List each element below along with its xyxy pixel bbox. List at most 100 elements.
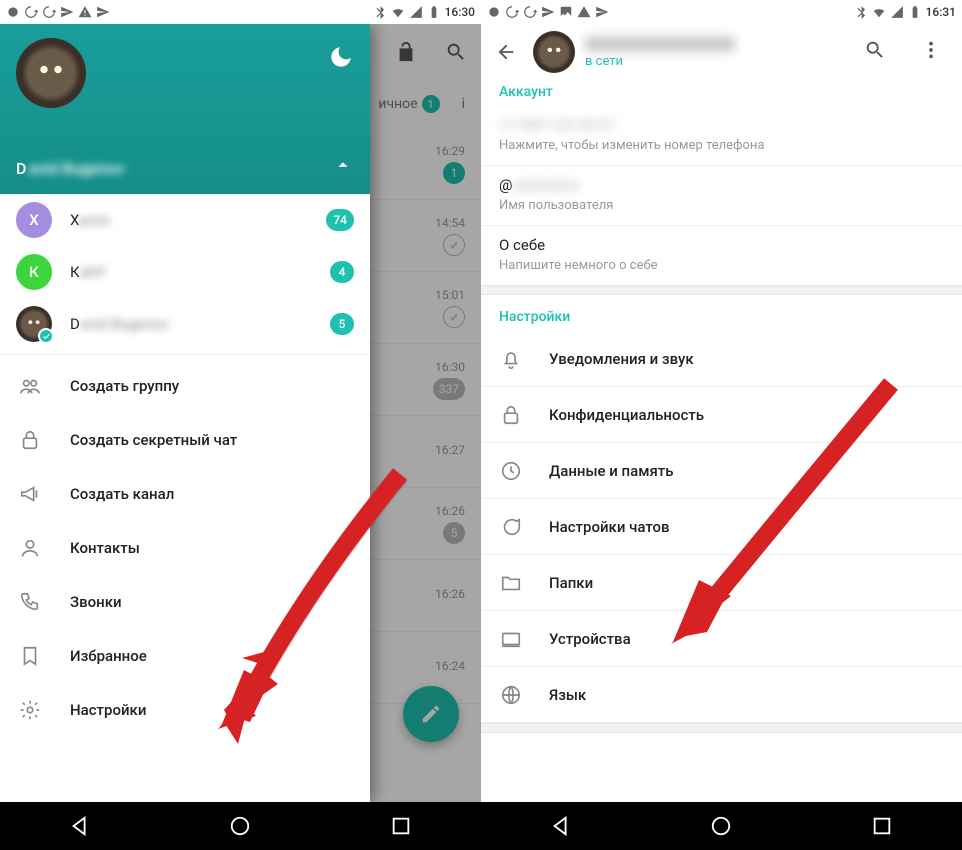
send-icon xyxy=(595,5,609,19)
person-icon xyxy=(18,536,42,560)
phone-icon xyxy=(18,590,42,614)
drawer-username: David Bugenov xyxy=(16,159,124,178)
statusbar: 16:30 xyxy=(0,0,481,24)
circle-icon xyxy=(487,5,501,19)
pref-chat[interactable]: Настройки чатов xyxy=(481,499,962,555)
menu-item-label: Избранное xyxy=(70,647,147,665)
signal-icon xyxy=(409,5,423,19)
menu-item-lock[interactable]: Создать секретный чат xyxy=(0,413,370,467)
avatar-initial: К xyxy=(16,254,52,290)
menu-item-label: Создать группу xyxy=(70,377,179,395)
moon-icon xyxy=(328,44,354,70)
setting-bio[interactable]: О себе Напишите немного о себе xyxy=(481,226,962,285)
section-header-account: Аккаунт xyxy=(481,80,962,106)
pref-globe[interactable]: Язык xyxy=(481,667,962,723)
account-name: Кahif xyxy=(70,263,312,281)
account-row[interactable]: X Xpora 74 xyxy=(0,194,370,246)
image-icon xyxy=(559,5,573,19)
account-name: David Bugenov xyxy=(70,315,312,333)
battery-icon xyxy=(427,5,441,19)
sync-icon xyxy=(24,5,38,19)
send-icon xyxy=(96,5,110,19)
menu-item-person[interactable]: Контакты xyxy=(0,521,370,575)
pref-label: Уведомления и звук xyxy=(549,350,694,368)
pref-clock[interactable]: Данные и память xyxy=(481,443,962,499)
menu-item-phone[interactable]: Звонки xyxy=(0,575,370,629)
account-row[interactable]: К Кahif 4 xyxy=(0,246,370,298)
account-name: Xpora xyxy=(70,211,308,229)
circle-icon xyxy=(6,5,20,19)
pref-label: Язык xyxy=(549,686,586,704)
profile-name xyxy=(585,36,735,52)
pref-label: Устройства xyxy=(549,630,631,648)
phone-right: 16:31 в сети Аккаунт +7 999 123 45 67 На… xyxy=(481,0,962,850)
menu-item-gear[interactable]: Настройки xyxy=(0,683,370,737)
megaphone-icon xyxy=(18,482,42,506)
menu-item-group[interactable]: Создать группу xyxy=(0,359,370,413)
warning-icon xyxy=(577,5,591,19)
pref-bell[interactable]: Уведомления и звук xyxy=(481,331,962,387)
warning-icon xyxy=(78,5,92,19)
check-icon xyxy=(38,328,54,344)
avatar[interactable] xyxy=(533,31,575,73)
bookmark-icon xyxy=(18,644,42,668)
divider xyxy=(0,354,370,355)
account-dropdown-toggle[interactable] xyxy=(332,154,354,180)
recent-icon[interactable] xyxy=(871,815,893,837)
unread-badge: 5 xyxy=(330,313,354,335)
pref-label: Папки xyxy=(549,574,593,592)
devices-icon xyxy=(499,628,523,650)
pref-folder[interactable]: Папки xyxy=(481,555,962,611)
night-mode-toggle[interactable] xyxy=(328,44,354,74)
avatar-initial: X xyxy=(16,202,52,238)
chat-icon xyxy=(499,516,523,538)
back-icon[interactable] xyxy=(495,41,517,63)
section-separator xyxy=(481,285,962,295)
back-icon[interactable] xyxy=(550,815,572,837)
sync-icon xyxy=(523,5,537,19)
setting-username[interactable]: @username Имя пользователя xyxy=(481,166,962,226)
sync-icon xyxy=(42,5,56,19)
pref-lock[interactable]: Конфиденциальность xyxy=(481,387,962,443)
unread-badge: 4 xyxy=(330,261,354,283)
avatar[interactable] xyxy=(16,38,86,108)
home-icon[interactable] xyxy=(229,815,251,837)
android-navbar xyxy=(0,802,481,850)
folder-icon xyxy=(499,572,523,594)
bell-icon xyxy=(499,348,523,370)
signal-icon xyxy=(890,5,904,19)
home-icon[interactable] xyxy=(710,815,732,837)
menu-item-label: Звонки xyxy=(70,593,122,611)
android-navbar xyxy=(481,802,962,850)
unread-badge: 74 xyxy=(326,209,354,231)
search-icon xyxy=(864,39,886,61)
section-header-settings: Настройки xyxy=(481,295,962,331)
menu-item-bookmark[interactable]: Избранное xyxy=(0,629,370,683)
wifi-icon xyxy=(872,5,886,19)
menu-item-megaphone[interactable]: Создать канал xyxy=(0,467,370,521)
menu-item-label: Создать канал xyxy=(70,485,174,503)
account-row[interactable]: David Bugenov 5 xyxy=(0,298,370,350)
pref-label: Конфиденциальность xyxy=(549,406,704,424)
setting-phone[interactable]: +7 999 123 45 67 Нажмите, чтобы изменить… xyxy=(481,106,962,166)
pref-devices[interactable]: Устройства xyxy=(481,611,962,667)
section-separator xyxy=(481,723,962,733)
send-icon xyxy=(541,5,555,19)
phone-left: 16:30 ичное 1 i 16:29114:54g/te…15:01ое1… xyxy=(0,0,481,850)
bluetooth-icon xyxy=(854,5,868,19)
search-button[interactable] xyxy=(852,39,898,65)
clock-icon xyxy=(499,460,523,482)
battery-icon xyxy=(908,5,922,19)
navigation-drawer: David Bugenov X Xpora 74 К Кahif 4 David Bugen… xyxy=(0,24,370,802)
chevron-up-icon xyxy=(332,154,354,176)
back-icon[interactable] xyxy=(69,815,91,837)
overflow-menu[interactable] xyxy=(908,39,954,65)
clock: 16:30 xyxy=(445,5,475,19)
lock-icon xyxy=(18,428,42,452)
more-vert-icon xyxy=(920,39,942,61)
menu-item-label: Контакты xyxy=(70,539,140,557)
recent-icon[interactable] xyxy=(390,815,412,837)
bluetooth-icon xyxy=(373,5,387,19)
settings-topbar: в сети xyxy=(481,24,962,80)
menu-item-label: Настройки xyxy=(70,701,146,719)
